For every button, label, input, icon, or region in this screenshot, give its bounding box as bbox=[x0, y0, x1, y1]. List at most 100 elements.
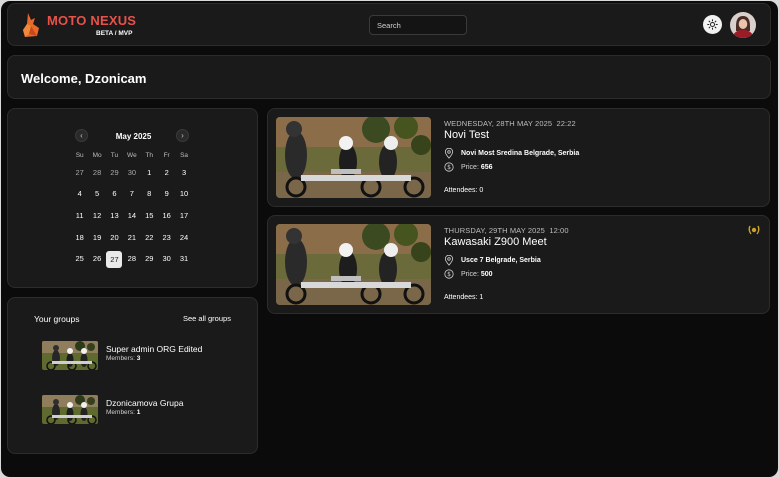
calendar-day[interactable]: 23 bbox=[158, 230, 175, 246]
calendar-day[interactable]: 30 bbox=[158, 251, 175, 267]
calendar-weekday: Tu bbox=[110, 152, 119, 159]
calendar-day[interactable]: 9 bbox=[158, 186, 175, 202]
calendar-day[interactable]: 14 bbox=[123, 208, 140, 224]
event-image bbox=[276, 117, 431, 198]
calendar-weekday: Sa bbox=[180, 152, 189, 159]
calendar-week-row: 4 5 6 7 8 9 10 bbox=[71, 184, 193, 206]
event-attendees: Attendees: 1 bbox=[444, 294, 483, 301]
top-navbar: MOTO NEXUS BETA / MVP bbox=[7, 3, 771, 46]
calendar-day[interactable]: 17 bbox=[175, 208, 192, 224]
event-price-label: Price: bbox=[461, 164, 479, 171]
search-input[interactable] bbox=[369, 15, 467, 35]
calendar-next-button[interactable]: › bbox=[176, 129, 189, 142]
see-all-groups-link[interactable]: See all groups bbox=[183, 314, 231, 323]
calendar-day[interactable]: 20 bbox=[106, 230, 123, 246]
calendar-weekday-row: Su Mo Tu We Th Fr Sa bbox=[71, 150, 193, 162]
group-thumbnail[interactable] bbox=[42, 341, 98, 370]
calendar-widget: ‹ May 2025 › Su Mo Tu We Th Fr Sa 27 28 29 30 1 2 3 4 5… bbox=[7, 108, 258, 288]
brand-name[interactable]: MOTO NEXUS bbox=[47, 13, 136, 28]
group-name[interactable]: Super admin ORG Edited bbox=[106, 344, 202, 354]
calendar-day[interactable]: 3 bbox=[175, 165, 192, 181]
sun-icon bbox=[707, 19, 718, 30]
calendar-week-row: 18 19 20 21 22 23 24 bbox=[71, 227, 193, 249]
calendar-day[interactable]: 18 bbox=[71, 230, 88, 246]
calendar-weekday: Mo bbox=[92, 152, 102, 159]
calendar-week-row: 11 12 13 14 15 16 17 bbox=[71, 205, 193, 227]
calendar-week-row: 25 26 27 28 29 30 31 bbox=[71, 248, 193, 270]
group-members-count: 1 bbox=[136, 409, 141, 416]
calendar-day[interactable]: 10 bbox=[175, 186, 192, 202]
calendar-weekday: We bbox=[127, 152, 137, 159]
event-date: THURSDAY, 29TH MAY 2025 12:00 bbox=[444, 226, 569, 235]
user-avatar[interactable] bbox=[730, 12, 756, 38]
svg-text:$: $ bbox=[447, 164, 451, 171]
app-window: MOTO NEXUS BETA / MVP Search Welcome, Dz… bbox=[1, 1, 778, 477]
calendar-day[interactable]: 31 bbox=[175, 251, 192, 267]
event-location: Usce 7 Belgrade, Serbia bbox=[461, 257, 541, 264]
group-members-label: Members: bbox=[106, 409, 135, 416]
calendar-weekday: Fr bbox=[163, 152, 170, 159]
welcome-heading: Welcome, Dzonicam bbox=[21, 71, 147, 86]
calendar-day[interactable]: 12 bbox=[88, 208, 105, 224]
group-members: Members: 1 bbox=[106, 409, 140, 416]
calendar-day[interactable]: 13 bbox=[106, 208, 123, 224]
event-price: Price: 500 bbox=[461, 271, 493, 278]
event-price-value: 500 bbox=[480, 271, 493, 278]
calendar-day[interactable]: 6 bbox=[106, 186, 123, 202]
calendar-day[interactable]: 29 bbox=[106, 165, 123, 181]
event-title[interactable]: Kawasaki Z900 Meet bbox=[444, 236, 547, 248]
svg-text:$: $ bbox=[447, 271, 451, 278]
event-card[interactable]: THURSDAY, 29TH MAY 2025 12:00 Kawasaki Z… bbox=[267, 215, 770, 314]
event-date-text: WEDNESDAY, 28TH MAY 2025 bbox=[444, 119, 553, 128]
chevron-right-icon: › bbox=[181, 131, 184, 140]
calendar-day[interactable]: 4 bbox=[71, 186, 88, 202]
event-title[interactable]: Novi Test bbox=[444, 129, 489, 141]
calendar-day[interactable]: 7 bbox=[123, 186, 140, 202]
group-thumbnail[interactable] bbox=[42, 395, 98, 424]
group-members-count: 3 bbox=[136, 355, 141, 362]
calendar-day[interactable]: 5 bbox=[88, 186, 105, 202]
welcome-banner: Welcome, Dzonicam bbox=[7, 55, 771, 99]
calendar-day[interactable]: 27 bbox=[71, 165, 88, 181]
calendar-grid: Su Mo Tu We Th Fr Sa 27 28 29 30 1 2 3 4 5 6 7 8 9 10 11 12 13 1… bbox=[71, 150, 193, 270]
map-pin-icon bbox=[444, 148, 454, 159]
calendar-day[interactable]: 24 bbox=[175, 230, 192, 246]
calendar-day[interactable]: 11 bbox=[71, 208, 88, 224]
event-price-label: Price: bbox=[461, 271, 479, 278]
calendar-day[interactable]: 28 bbox=[88, 165, 105, 181]
calendar-day[interactable]: 25 bbox=[71, 251, 88, 267]
event-date: WEDNESDAY, 28TH MAY 2025 22:22 bbox=[444, 119, 576, 128]
calendar-day[interactable]: 29 bbox=[141, 251, 158, 267]
event-attendees-label: Attendees: bbox=[444, 187, 478, 194]
calendar-day[interactable]: 2 bbox=[158, 165, 175, 181]
event-attendees-label: Attendees: bbox=[444, 294, 478, 301]
group-name[interactable]: Dzonicamova Grupa bbox=[106, 398, 183, 408]
calendar-day-today[interactable]: 27 bbox=[106, 250, 123, 268]
calendar-day[interactable]: 26 bbox=[88, 251, 105, 267]
calendar-weekday: Th bbox=[145, 152, 154, 159]
event-card[interactable]: WEDNESDAY, 28TH MAY 2025 22:22 Novi Test… bbox=[267, 108, 770, 207]
calendar-day[interactable]: 19 bbox=[88, 230, 105, 246]
theme-toggle-button[interactable] bbox=[703, 15, 722, 34]
fox-logo-icon[interactable] bbox=[20, 12, 42, 38]
calendar-weekday: Su bbox=[75, 152, 84, 159]
event-image bbox=[276, 224, 431, 305]
calendar-month-title: May 2025 bbox=[115, 132, 152, 141]
calendar-day[interactable]: 15 bbox=[141, 208, 158, 224]
calendar-day[interactable]: 21 bbox=[123, 230, 140, 246]
calendar-day[interactable]: 30 bbox=[123, 165, 140, 181]
group-members-label: Members: bbox=[106, 355, 135, 362]
event-location: Novi Most Sredina Belgrade, Serbia bbox=[461, 150, 580, 157]
calendar-day[interactable]: 8 bbox=[141, 186, 158, 202]
event-date-text: THURSDAY, 29TH MAY 2025 bbox=[444, 226, 545, 235]
calendar-day[interactable]: 1 bbox=[141, 165, 158, 181]
event-attendees-count: 0 bbox=[479, 187, 484, 194]
groups-panel: Your groups See all groups Super admin O… bbox=[7, 297, 258, 454]
event-time: 12:00 bbox=[549, 226, 569, 235]
dollar-circle-icon: $ bbox=[444, 162, 454, 172]
event-price: Price: 656 bbox=[461, 164, 493, 171]
calendar-day[interactable]: 16 bbox=[158, 208, 175, 224]
event-price-value: 656 bbox=[480, 164, 493, 171]
calendar-day[interactable]: 22 bbox=[141, 230, 158, 246]
calendar-day[interactable]: 28 bbox=[123, 251, 140, 267]
